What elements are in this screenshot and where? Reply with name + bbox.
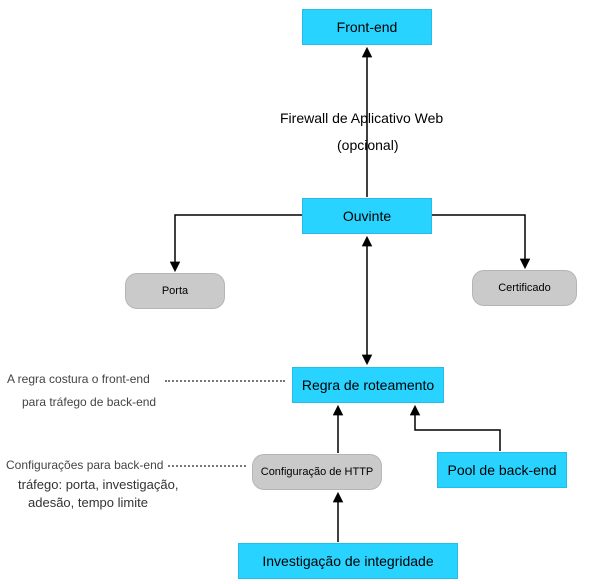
http-setting-label: Configuração de HTTP	[261, 466, 374, 478]
rule-note-line2: para tráfego de back-end	[22, 395, 156, 409]
http-setting-node: Configuração de HTTP	[252, 454, 382, 490]
firewall-label-line1: Firewall de Aplicativo Web	[280, 110, 443, 126]
health-probe-label: Investigação de integridade	[262, 553, 433, 569]
health-probe-node: Investigação de integridade	[238, 543, 458, 579]
port-node: Porta	[125, 273, 225, 309]
http-note-line3: adesão, tempo limite	[28, 495, 148, 510]
certificate-label: Certificado	[498, 282, 551, 294]
front-end-node: Front-end	[302, 9, 432, 45]
front-end-label: Front-end	[337, 19, 398, 35]
http-note-line2: tráfego: porta, investigação,	[18, 477, 178, 492]
listener-node: Ouvinte	[302, 198, 432, 234]
backend-pool-label: Pool de back-end	[448, 462, 557, 478]
routing-rule-label: Regra de roteamento	[302, 377, 434, 393]
port-label: Porta	[162, 285, 188, 297]
http-note-line1: Configurações para back-end	[6, 458, 163, 472]
firewall-label-line2: (opcional)	[337, 137, 398, 153]
listener-label: Ouvinte	[343, 208, 391, 224]
rule-note-line1: A regra costura o front-end	[7, 372, 150, 386]
http-dots	[168, 465, 246, 467]
rule-dots	[165, 380, 285, 382]
routing-rule-node: Regra de roteamento	[292, 367, 444, 403]
backend-pool-node: Pool de back-end	[437, 452, 567, 488]
certificate-node: Certificado	[472, 270, 577, 306]
